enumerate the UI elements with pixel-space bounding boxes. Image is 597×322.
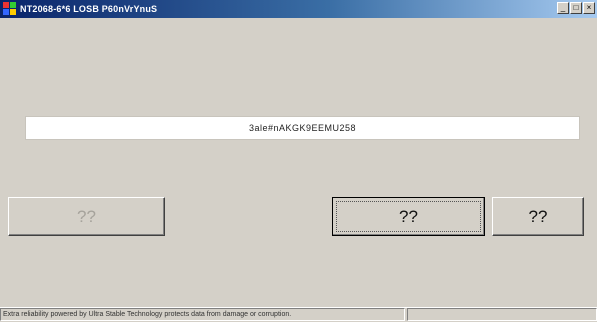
window-controls: _ □ × xyxy=(557,2,595,14)
status-bar: Extra reliability powered by Ultra Stabl… xyxy=(0,307,597,322)
status-text: Extra reliability powered by Ultra Stabl… xyxy=(0,308,405,321)
middle-button[interactable]: ?? xyxy=(332,197,485,236)
right-button[interactable]: ?? xyxy=(492,197,584,236)
app-window: NT2068-6*6 LOSB P60nVrYnuS _ □ × 3ale#nA… xyxy=(0,0,597,322)
left-button[interactable]: ?? xyxy=(8,197,165,236)
window-title: NT2068-6*6 LOSB P60nVrYnuS xyxy=(20,4,158,14)
status-secondary-pane xyxy=(407,308,597,321)
title-bar[interactable]: NT2068-6*6 LOSB P60nVrYnuS _ □ × xyxy=(0,0,597,18)
minimize-button[interactable]: _ xyxy=(557,2,569,14)
maximize-button[interactable]: □ xyxy=(570,2,582,14)
app-icon xyxy=(3,2,17,16)
close-button[interactable]: × xyxy=(583,2,595,14)
serial-number-field[interactable]: 3ale#nAKGK9EEMU258 xyxy=(25,116,580,140)
